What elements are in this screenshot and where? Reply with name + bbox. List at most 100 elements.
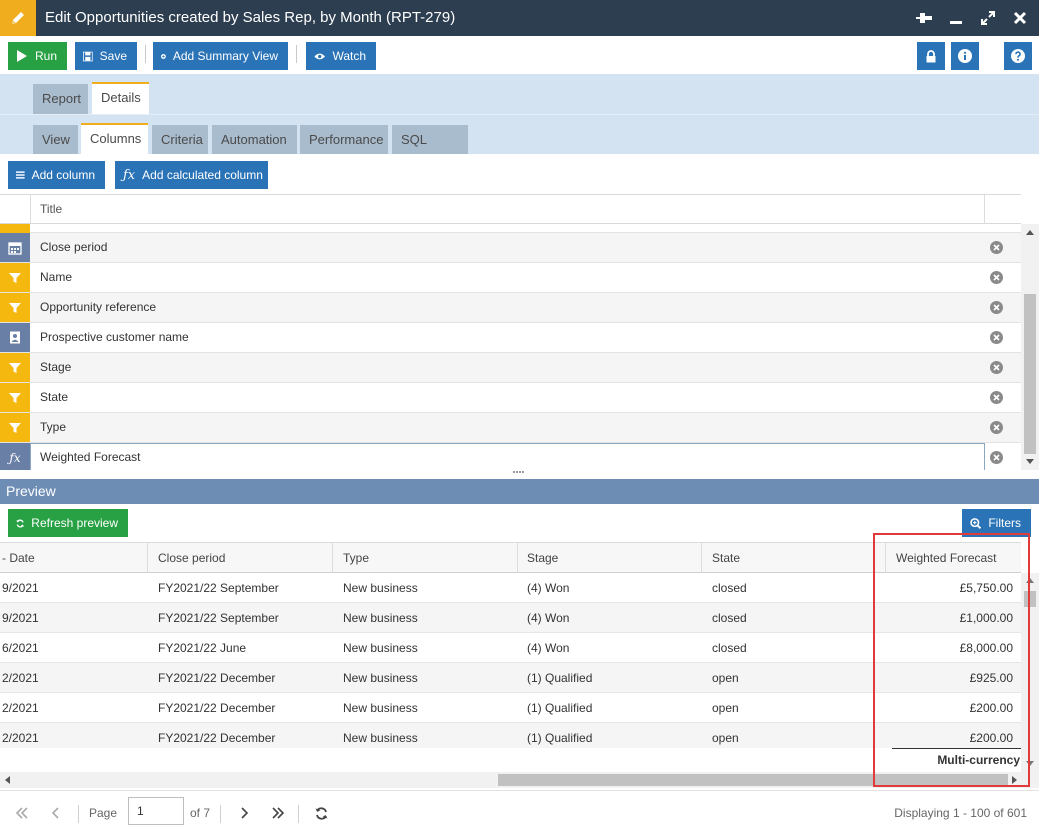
filter-icon — [0, 353, 30, 382]
double-chevron-left-icon — [15, 807, 28, 819]
remove-icon[interactable] — [990, 271, 1003, 284]
eye-icon — [314, 53, 326, 59]
last-page-button[interactable] — [264, 799, 292, 827]
function-icon: ƒx — [0, 443, 30, 470]
tab-performance[interactable]: Performance — [300, 125, 388, 155]
pager: Page of 7 Displaying 1 - 100 of 601 — [0, 790, 1039, 836]
remove-icon[interactable] — [990, 361, 1003, 374]
filter-icon — [0, 263, 30, 292]
next-page-button[interactable] — [230, 799, 258, 827]
info-icon[interactable] — [951, 42, 979, 70]
table-row[interactable]: 2/2021 FY2021/22 December New business (… — [0, 723, 1021, 748]
first-page-button[interactable] — [8, 799, 36, 827]
watch-button[interactable]: Watch — [306, 42, 376, 70]
refresh-icon — [16, 519, 24, 527]
double-chevron-right-icon — [272, 807, 285, 819]
help-icon[interactable] — [1004, 42, 1032, 70]
list-icon — [16, 171, 25, 179]
tab-report[interactable]: Report — [33, 84, 88, 114]
minimize-icon[interactable] — [947, 9, 965, 27]
remove-icon[interactable] — [990, 241, 1003, 254]
window-title: Edit Opportunities created by Sales Rep,… — [45, 9, 456, 26]
pencil-icon — [0, 0, 36, 36]
highlight-annotation — [873, 533, 1030, 787]
column-label: State — [40, 390, 69, 404]
column-row[interactable]: Type — [0, 413, 1021, 443]
remove-icon[interactable] — [990, 331, 1003, 344]
column-label: Stage — [40, 360, 72, 374]
splitter-handle[interactable] — [0, 470, 1039, 479]
lock-icon[interactable] — [917, 42, 945, 70]
save-icon — [83, 51, 93, 61]
preview-grid: 9/2021 FY2021/22 September New business … — [0, 573, 1021, 748]
page-label: Page — [89, 806, 118, 820]
function-icon: ƒx — [123, 167, 136, 183]
column-row[interactable]: Close period — [0, 233, 1021, 263]
remove-icon[interactable] — [990, 451, 1003, 464]
tab-criteria[interactable]: Criteria — [152, 125, 208, 155]
column-row-selected[interactable]: ƒx Weighted Forecast — [0, 443, 1021, 470]
column-row[interactable]: Stage — [0, 353, 1021, 383]
column-label: Type — [40, 420, 67, 434]
columns-grid: Close period Name Opportunity reference … — [0, 224, 1021, 470]
column-row[interactable]: Prospective customer name — [0, 323, 1021, 353]
run-button[interactable]: Run — [8, 42, 67, 70]
columns-vertical-scrollbar[interactable] — [1021, 224, 1039, 470]
refresh-button[interactable] — [307, 799, 335, 827]
column-row[interactable]: Name — [0, 263, 1021, 293]
column-header-type[interactable]: Type — [333, 543, 518, 573]
filter-icon — [0, 293, 30, 322]
chevron-left-icon — [51, 807, 59, 819]
details-subtabs: View Columns Criteria Automation Perform… — [0, 114, 1039, 177]
column-header-state[interactable]: State — [702, 543, 886, 573]
column-row[interactable]: Opportunity reference — [0, 293, 1021, 323]
column-header-date[interactable]: - Date — [0, 543, 148, 573]
close-icon[interactable] — [1011, 9, 1029, 27]
remove-icon[interactable] — [990, 391, 1003, 404]
add-column-button[interactable]: Add column — [8, 161, 105, 189]
tab-details[interactable]: Details — [92, 82, 149, 114]
table-row[interactable]: 2/2021 FY2021/22 December New business (… — [0, 663, 1021, 693]
tab-view[interactable]: View — [33, 125, 78, 155]
plus-circle-icon — [161, 53, 166, 59]
column-label: Name — [40, 270, 73, 284]
refresh-icon — [315, 806, 327, 820]
filter-icon — [0, 383, 30, 412]
pin-icon[interactable] — [915, 9, 933, 27]
remove-icon[interactable] — [990, 301, 1003, 314]
column-label: Close period — [40, 240, 108, 254]
page-count: of 7 — [190, 806, 211, 820]
list-item — [0, 224, 1021, 233]
table-row[interactable]: 9/2021 FY2021/22 September New business … — [0, 573, 1021, 603]
table-row[interactable]: 2/2021 FY2021/22 December New business (… — [0, 693, 1021, 723]
filter-icon — [0, 413, 30, 442]
previous-page-button[interactable] — [42, 799, 70, 827]
column-actions: Add column ƒx Add calculated column — [0, 154, 1039, 194]
table-row[interactable]: 9/2021 FY2021/22 September New business … — [0, 603, 1021, 633]
column-header-stage[interactable]: Stage — [517, 543, 702, 573]
refresh-preview-button[interactable]: Refresh preview — [8, 509, 128, 537]
maximize-icon[interactable] — [979, 9, 997, 27]
table-row[interactable]: 6/2021 FY2021/22 June New business (4) W… — [0, 633, 1021, 663]
window-titlebar: Edit Opportunities created by Sales Rep,… — [0, 0, 1039, 36]
column-label: Prospective customer name — [40, 330, 189, 344]
tab-sql-query[interactable]: SQL Query — [392, 125, 468, 177]
calendar-icon — [0, 233, 30, 262]
contact-card-icon — [0, 323, 30, 352]
tab-automation[interactable]: Automation — [212, 125, 297, 155]
column-header-close-period[interactable]: Close period — [148, 543, 333, 573]
remove-icon[interactable] — [990, 421, 1003, 434]
scrollbar-thumb[interactable] — [1024, 294, 1036, 454]
tab-columns[interactable]: Columns — [81, 123, 148, 155]
paging-summary: Displaying 1 - 100 of 601 — [894, 806, 1027, 820]
summary-row: Multi-currency — [0, 748, 1021, 772]
column-label: Opportunity reference — [40, 300, 157, 314]
column-row[interactable]: State — [0, 383, 1021, 413]
save-button[interactable]: Save — [75, 42, 137, 70]
page-number-input[interactable] — [128, 797, 184, 825]
add-summary-view-button[interactable]: Add Summary View — [153, 42, 288, 70]
play-icon — [16, 50, 27, 62]
add-calculated-column-button[interactable]: ƒx Add calculated column — [115, 161, 268, 189]
toolbar: Run Save Add Summary View Watch — [0, 36, 1039, 74]
title-column-header[interactable]: Title — [40, 195, 62, 224]
